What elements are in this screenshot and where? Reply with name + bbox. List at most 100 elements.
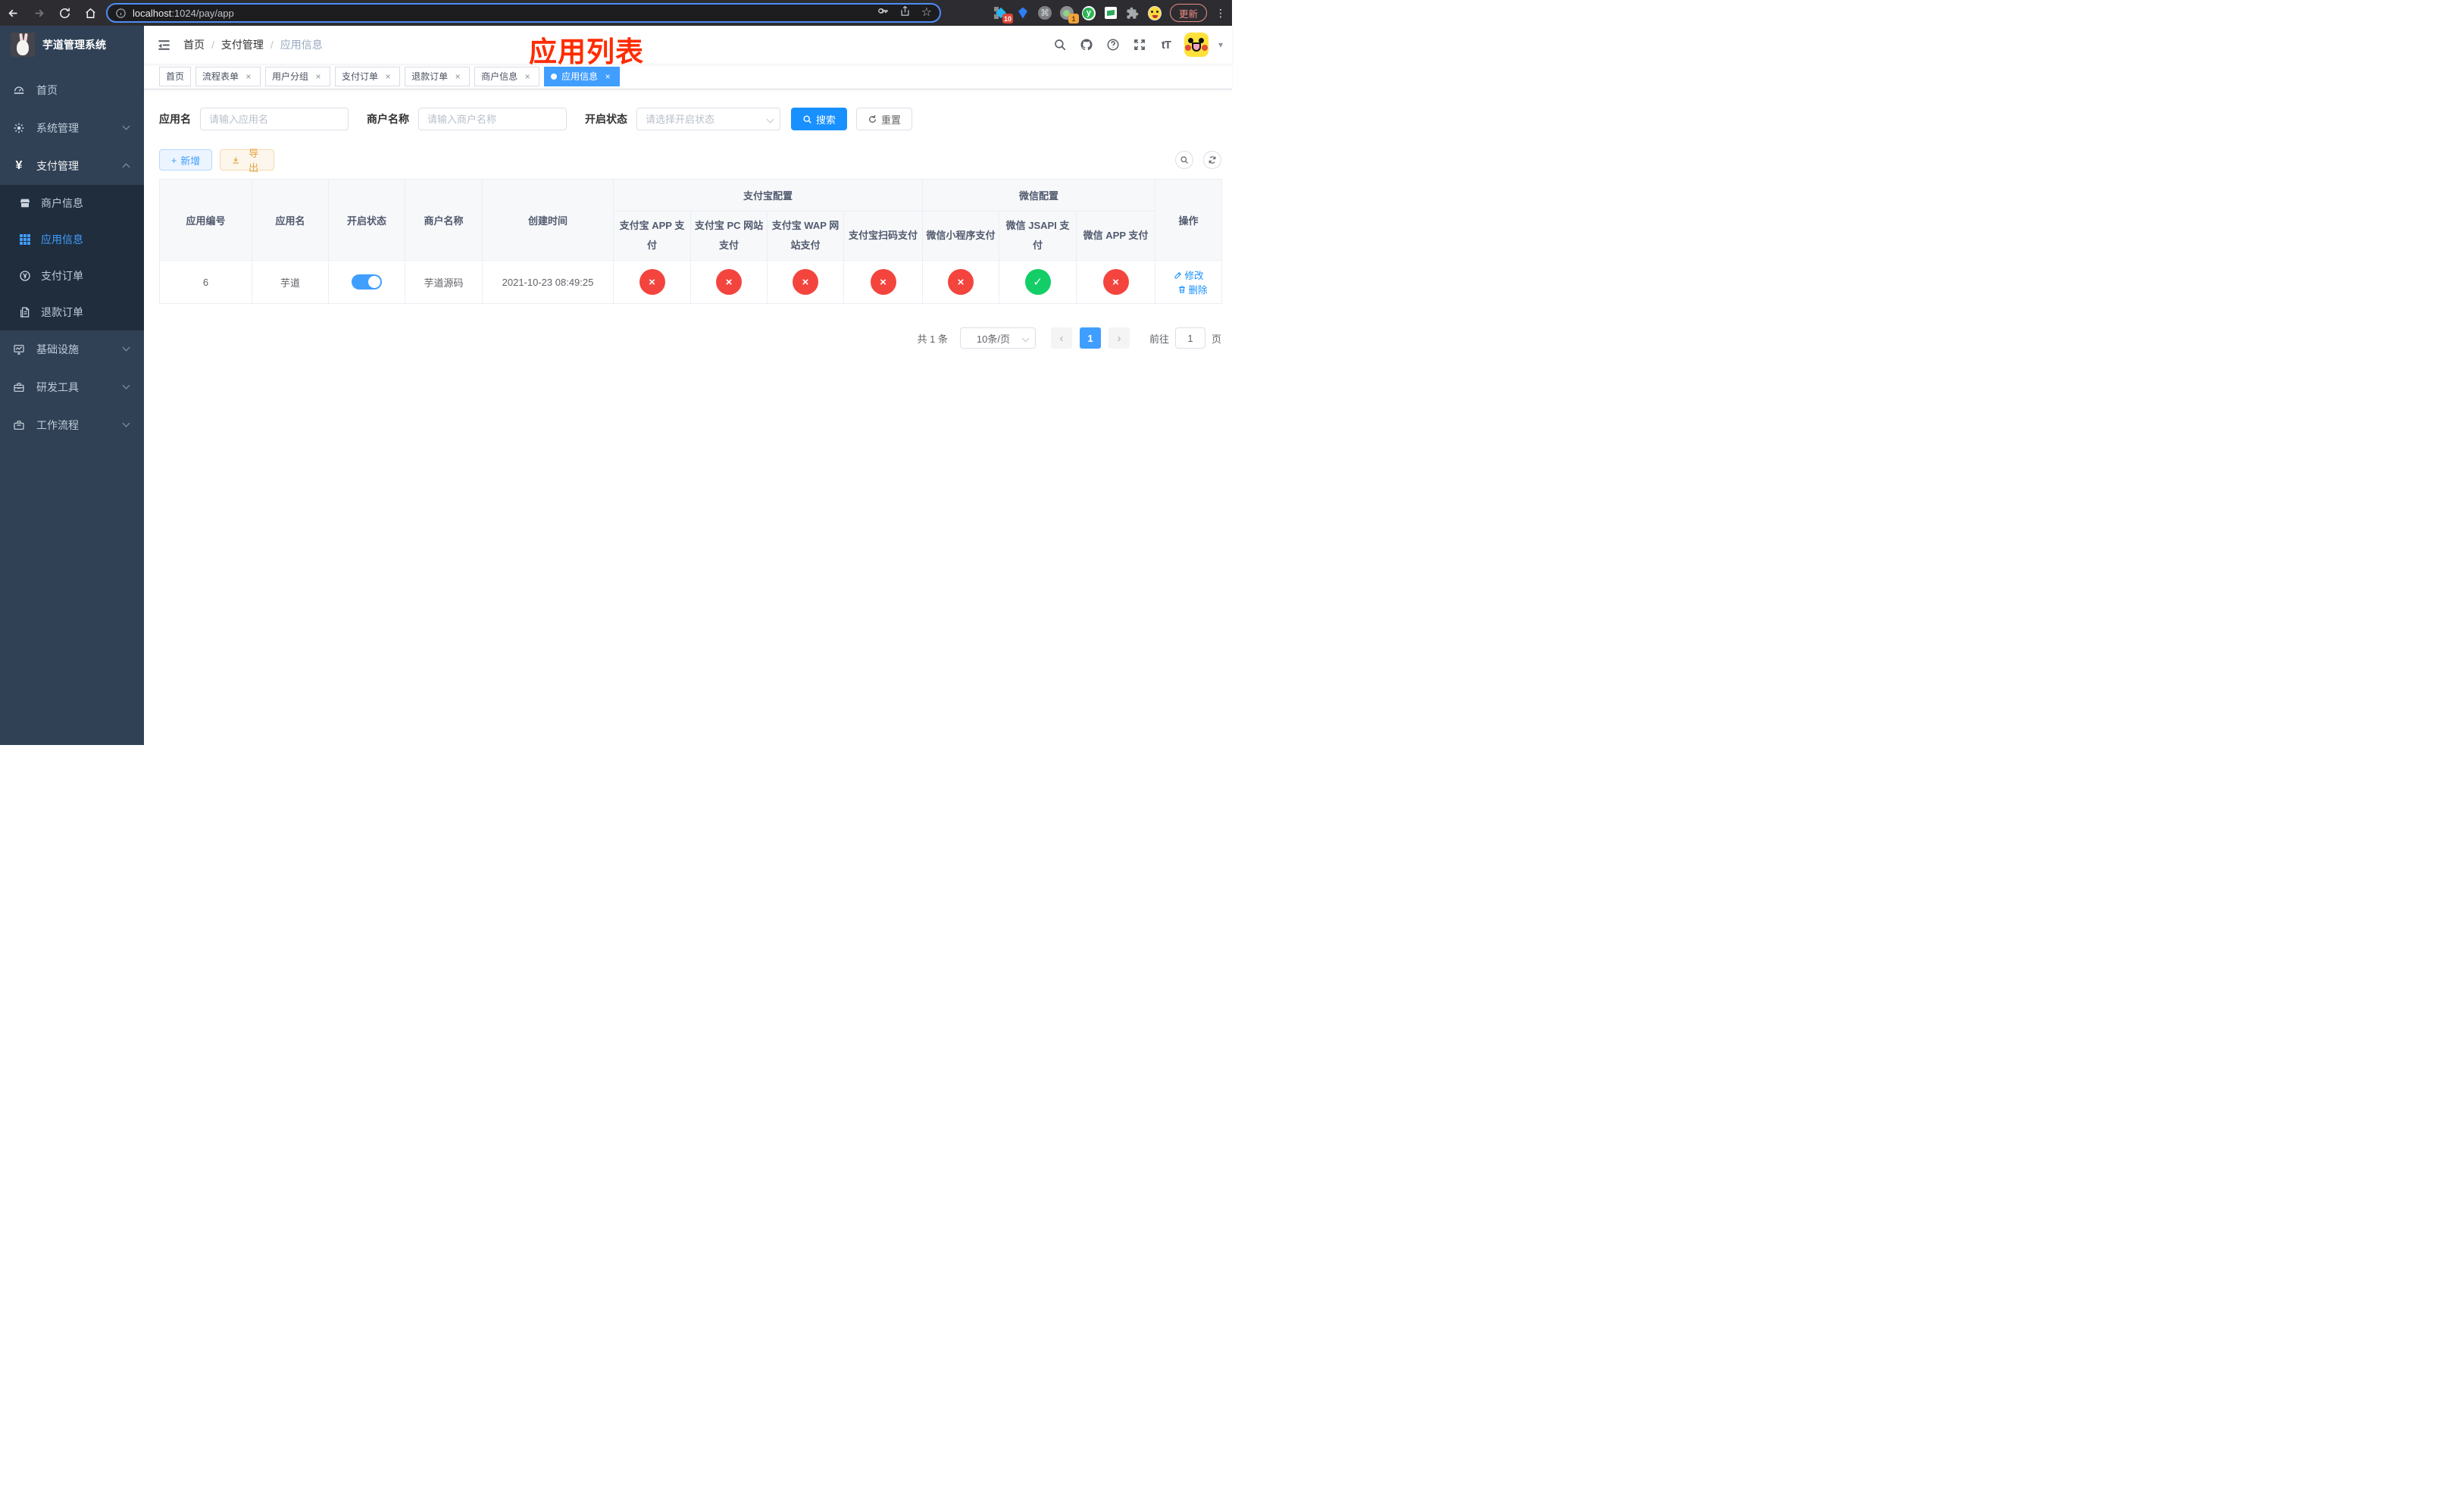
breadcrumb-home[interactable]: 首页 <box>183 37 205 52</box>
avatar-caret-icon[interactable]: ▾ <box>1218 39 1223 50</box>
prev-page-button[interactable]: ‹ <box>1050 327 1072 349</box>
status-alipay-app: × <box>639 269 665 295</box>
sidebar-item-refund-order[interactable]: 退款订单 <box>0 294 144 330</box>
sidebar-item-app-info[interactable]: 应用信息 <box>0 221 144 258</box>
password-key-icon[interactable] <box>877 5 889 20</box>
close-icon[interactable]: × <box>313 71 324 82</box>
sidebar-item-merchant-info[interactable]: 商户信息 <box>0 185 144 221</box>
close-icon[interactable]: × <box>383 71 393 82</box>
url-text: localhost:1024/pay/app <box>133 7 234 19</box>
address-bar[interactable]: localhost:1024/pay/app ☆ <box>106 3 941 23</box>
tab-pay-order[interactable]: 支付订单 × <box>335 66 401 86</box>
goto-page-input[interactable] <box>1174 327 1205 349</box>
bookmark-star-icon[interactable]: ☆ <box>921 7 932 19</box>
sidebar-item-label: 商户信息 <box>41 197 83 209</box>
app-name-input[interactable] <box>200 108 349 130</box>
sidebar-item-system[interactable]: 系统管理 <box>0 109 144 147</box>
sidebar-item-label: 工作流程 <box>36 419 79 431</box>
document-icon <box>18 305 32 319</box>
github-icon[interactable] <box>1078 36 1095 53</box>
edit-link[interactable]: 修改 <box>1174 268 1204 282</box>
col-enabled: 开启状态 <box>328 179 405 261</box>
merchant-name-input[interactable] <box>418 108 567 130</box>
sidebar-logo[interactable]: 芋道管理系统 <box>0 26 144 64</box>
browser-back-icon[interactable] <box>0 0 26 26</box>
group-alipay-config: 支付宝配置 <box>612 179 924 211</box>
sidebar-collapse-icon[interactable] <box>157 38 171 52</box>
sidebar-item-infra[interactable]: 基础设施 <box>0 330 144 368</box>
site-info-icon[interactable] <box>115 8 127 19</box>
col-alipay-qr: 支付宝扫码支付 <box>843 211 924 261</box>
navbar: 首页 / 支付管理 / 应用信息 应用列表 tT ▾ <box>144 26 1232 67</box>
page-size-select[interactable]: 10条/页 <box>959 327 1036 349</box>
ext-gem-icon[interactable] <box>1016 6 1030 20</box>
ext-doc-icon[interactable] <box>1104 6 1118 20</box>
extensions-puzzle-icon[interactable] <box>1126 6 1140 20</box>
toggle-search-button[interactable] <box>1175 151 1193 169</box>
refresh-button[interactable] <box>1203 151 1221 169</box>
sidebar-item-label: 支付管理 <box>36 160 79 172</box>
tab-refund-order[interactable]: 退款订单 × <box>405 66 471 86</box>
tab-process-form[interactable]: 流程表单 × <box>195 66 261 86</box>
sidebar-item-payment[interactable]: ¥ 支付管理 <box>0 147 144 185</box>
enabled-toggle[interactable] <box>352 274 382 290</box>
sidebar-menu: 首页 系统管理 ¥ 支付管理 商户信息 应用信息 支付订单 退款订单 基础设施 … <box>0 71 144 444</box>
cell-enabled <box>328 260 405 304</box>
status-select[interactable] <box>636 108 780 130</box>
yen-icon: ¥ <box>15 159 23 172</box>
add-button[interactable]: + 新增 <box>159 149 212 171</box>
cell-merchant: 芋道源码 <box>405 260 483 304</box>
sidebar-item-workflow[interactable]: 工作流程 <box>0 406 144 444</box>
cell-app-id: 6 <box>159 260 252 304</box>
font-size-icon[interactable]: tT <box>1158 36 1174 53</box>
total-count: 共 1 条 <box>917 333 948 345</box>
tab-home[interactable]: 首页 <box>159 66 192 86</box>
sidebar-item-home[interactable]: 首页 <box>0 71 144 109</box>
ext-diamond-icon[interactable]: 10 <box>993 6 1013 23</box>
toolbox-icon <box>12 380 26 394</box>
tags-view: 首页 流程表单 × 用户分组 × 支付订单 × 退款订单 × 商户信息 × 应用信息 × <box>144 64 1232 89</box>
sidebar-item-devtools[interactable]: 研发工具 <box>0 368 144 406</box>
fullscreen-icon[interactable] <box>1131 36 1148 53</box>
browser-menu-icon[interactable]: ⋮ <box>1215 7 1226 20</box>
chevron-down-icon <box>122 343 130 352</box>
tab-user-group[interactable]: 用户分组 × <box>265 66 331 86</box>
browser-reload-icon[interactable] <box>52 0 77 26</box>
logo-avatar <box>11 33 35 57</box>
close-icon[interactable]: × <box>452 71 463 82</box>
chevron-down-icon <box>122 419 130 427</box>
breadcrumb-payment[interactable]: 支付管理 <box>221 37 264 52</box>
next-page-button[interactable]: › <box>1108 327 1130 349</box>
col-app-id: 应用编号 <box>159 179 252 261</box>
extensions-area: 10 ⌘ 1 y 更新 ⋮ <box>993 0 1232 26</box>
col-alipay-pc: 支付宝 PC 网站支付 <box>690 211 768 261</box>
ext-command-icon[interactable]: ⌘ <box>1037 6 1052 20</box>
goto-label: 前往 <box>1149 333 1169 345</box>
chrome-update-button[interactable]: 更新 <box>1169 4 1207 22</box>
close-icon[interactable]: × <box>602 71 613 82</box>
sidebar: 芋道管理系统 首页 系统管理 ¥ 支付管理 商户信息 应用信息 支付订单 退款订… <box>0 26 144 745</box>
export-button[interactable]: 导出 <box>220 148 274 174</box>
ext-circle-icon[interactable]: 1 <box>1059 6 1079 23</box>
navbar-actions: tT ▾ <box>1052 33 1232 57</box>
ext-y-icon[interactable]: y <box>1081 5 1096 20</box>
sidebar-item-pay-order[interactable]: 支付订单 <box>0 258 144 294</box>
close-icon[interactable]: × <box>243 71 254 82</box>
delete-link[interactable]: 删除 <box>1177 282 1208 296</box>
profile-emoji-icon[interactable] <box>1147 5 1162 20</box>
app-table: 应用编号 应用名 开启状态 商户名称 创建时间 支付宝配置 微信配置 操作 支付… <box>159 179 1223 304</box>
col-operations: 操作 <box>1155 179 1223 261</box>
share-icon[interactable] <box>899 5 911 20</box>
browser-forward-icon[interactable] <box>26 0 52 26</box>
help-icon[interactable] <box>1105 36 1121 53</box>
header-search-icon[interactable] <box>1052 36 1068 53</box>
close-icon[interactable]: × <box>522 71 533 82</box>
col-alipay-wap: 支付宝 WAP 网站支付 <box>767 211 844 261</box>
search-button[interactable]: 搜索 <box>791 108 848 130</box>
browser-home-icon[interactable] <box>77 0 103 26</box>
user-avatar[interactable] <box>1184 33 1209 57</box>
breadcrumb-separator: / <box>211 39 214 51</box>
reset-button[interactable]: 重置 <box>856 108 913 130</box>
page-number-button[interactable]: 1 <box>1079 327 1101 349</box>
col-alipay-app: 支付宝 APP 支付 <box>613 211 691 261</box>
